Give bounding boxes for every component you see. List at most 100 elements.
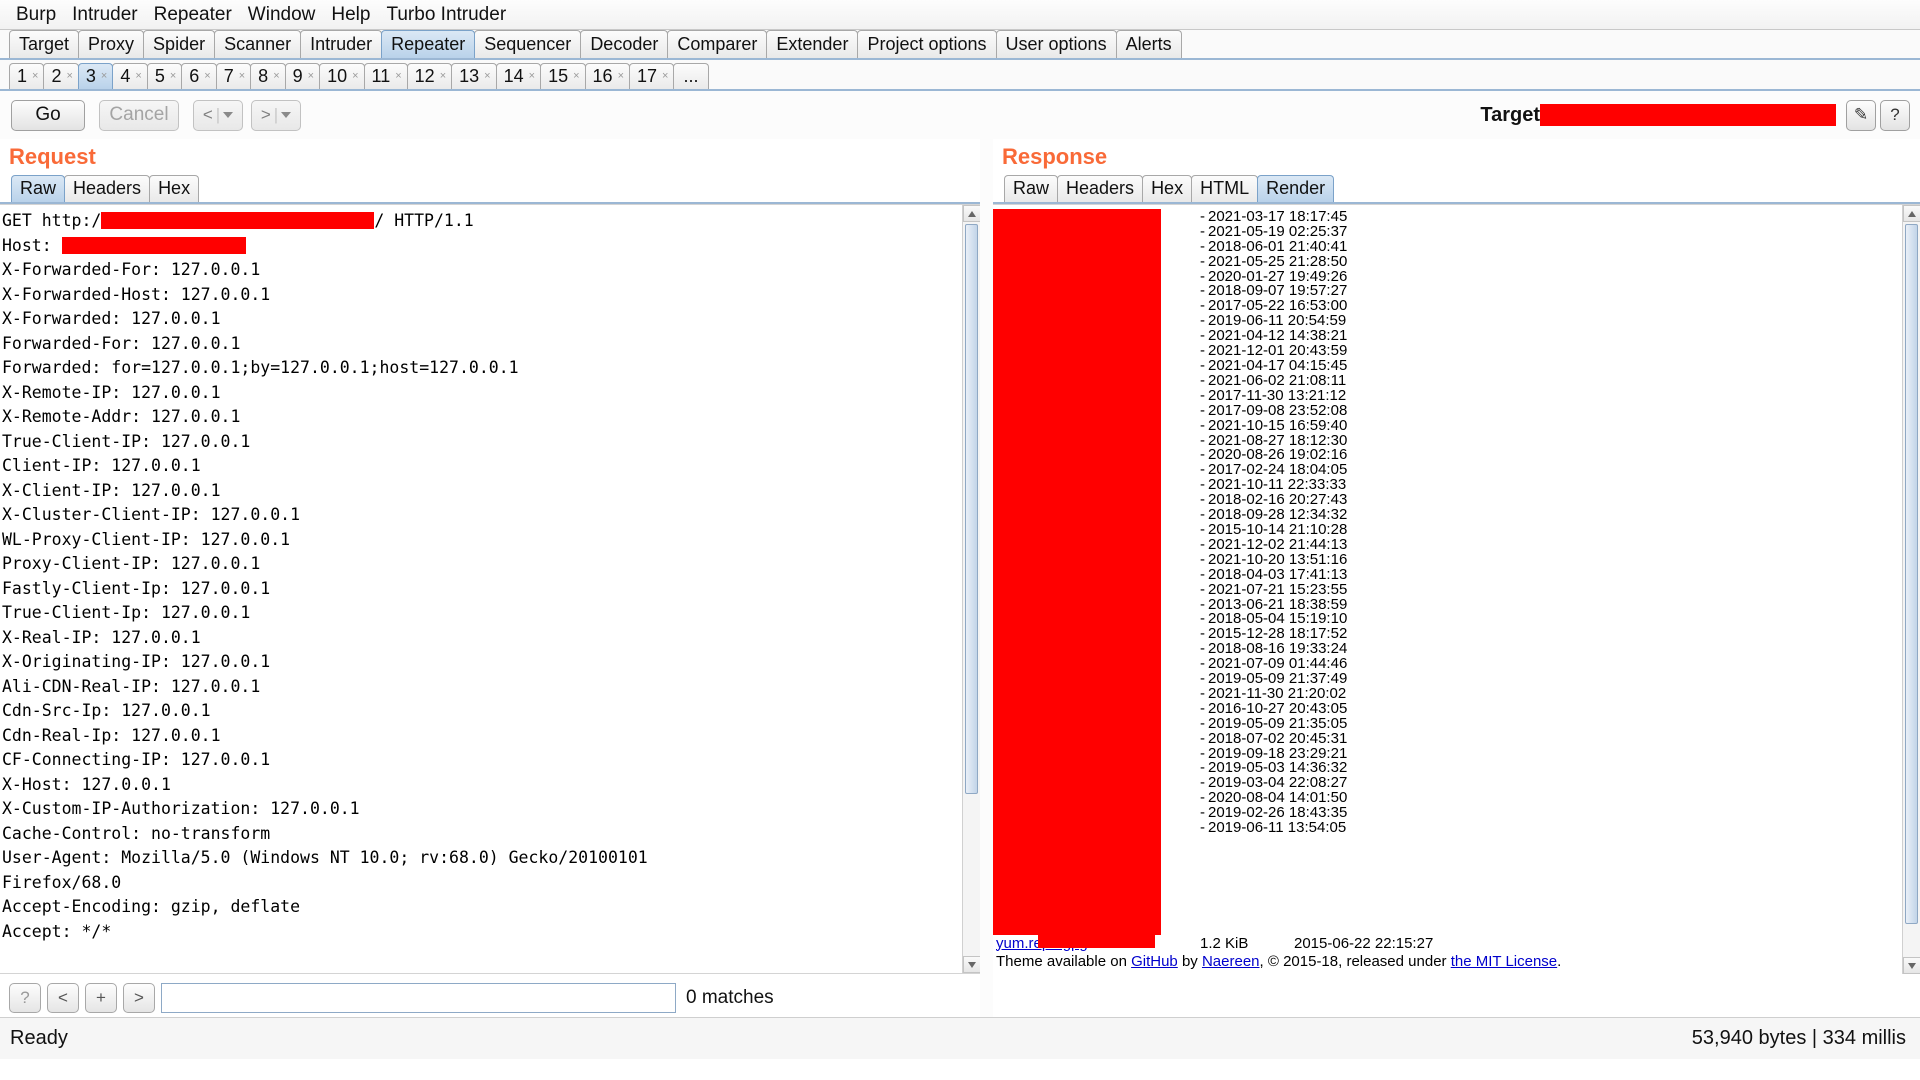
repeater-tab-5[interactable]: 5× [147,63,182,89]
close-icon[interactable]: × [273,70,279,82]
request-scrollbar[interactable] [962,205,980,973]
response-tab-raw[interactable]: Raw [1004,175,1058,202]
close-icon[interactable]: × [239,70,245,82]
pane-divider[interactable] [980,139,993,1017]
scroll-up-icon[interactable] [963,205,980,222]
go-button[interactable]: Go [11,100,85,131]
close-icon[interactable]: × [352,70,358,82]
menu-item-repeater[interactable]: Repeater [146,2,240,28]
scrollbar-thumb[interactable] [965,224,978,794]
scroll-down-icon[interactable] [963,956,980,973]
tab-intruder[interactable]: Intruder [300,30,382,58]
request-line: Host: [2,234,980,259]
edit-pencil-icon[interactable]: ✎ [1846,100,1876,131]
repeater-tab-1[interactable]: 1× [9,63,44,89]
response-render-view[interactable]: -2021-03-17 18:17:45-2021-05-19 02:25:37… [993,204,1920,974]
tab-repeater[interactable]: Repeater [381,30,475,58]
request-raw-text[interactable]: GET http:// HTTP/1.1Host: X-Forwarded-Fo… [0,205,980,944]
close-icon[interactable]: × [204,70,210,82]
tab-user-options[interactable]: User options [996,30,1117,58]
repeater-tab-13[interactable]: 13× [451,63,496,89]
request-tab-headers[interactable]: Headers [64,175,150,202]
menu-item-intruder[interactable]: Intruder [64,2,145,28]
repeater-tab-16[interactable]: 16× [585,63,630,89]
repeater-tab-3[interactable]: 3× [78,63,113,89]
search-help-button[interactable]: ? [9,983,41,1013]
tab-scanner[interactable]: Scanner [214,30,301,58]
close-icon[interactable]: × [662,70,668,82]
close-icon[interactable]: × [440,70,446,82]
response-scrollbar[interactable] [1902,205,1920,974]
file-link[interactable]: yum.repo.gpg [993,935,1200,952]
repeater-tab-overflow[interactable]: ... [673,63,708,89]
table-row: -2021-08-27 18:12:30 [993,433,1902,448]
request-editor[interactable]: GET http:// HTTP/1.1Host: X-Forwarded-Fo… [0,204,980,974]
response-tab-headers[interactable]: Headers [1057,175,1143,202]
response-tab-html[interactable]: HTML [1191,175,1258,202]
request-tab-raw[interactable]: Raw [11,175,65,202]
response-tab-render[interactable]: Render [1257,175,1334,202]
scrollbar-thumb[interactable] [1905,224,1918,924]
repeater-tab-2[interactable]: 2× [43,63,78,89]
scroll-up-icon[interactable] [1903,205,1920,222]
action-toolbar: Go Cancel < | > | Target ✎ ? [0,91,1920,139]
menu-item-burp[interactable]: Burp [8,2,64,28]
back-arrow-icon: < [203,105,213,125]
tab-target[interactable]: Target [9,30,79,58]
tab-project-options[interactable]: Project options [857,30,996,58]
table-row: -2017-02-24 18:04:05 [993,462,1902,477]
search-input[interactable] [161,983,676,1013]
repeater-tab-9[interactable]: 9× [285,63,320,89]
close-icon[interactable]: × [170,70,176,82]
repeater-tab-8[interactable]: 8× [250,63,285,89]
repeater-tab-12[interactable]: 12× [407,63,452,89]
repeater-tab-label: 3 [86,66,96,86]
github-link[interactable]: GitHub [1131,953,1178,970]
request-line: X-Custom-IP-Authorization: 127.0.0.1 [2,797,980,822]
close-icon[interactable]: × [101,70,107,82]
search-prev-button[interactable]: < [47,983,79,1013]
cancel-button[interactable]: Cancel [99,100,179,131]
response-tab-hex[interactable]: Hex [1142,175,1192,202]
repeater-tab-15[interactable]: 15× [540,63,585,89]
back-button[interactable]: < | [193,100,243,131]
help-question-icon[interactable]: ? [1880,100,1910,131]
close-icon[interactable]: × [529,70,535,82]
close-icon[interactable]: × [66,70,72,82]
tab-proxy[interactable]: Proxy [78,30,144,58]
license-link[interactable]: the MIT License [1451,953,1557,970]
request-tab-hex[interactable]: Hex [149,175,199,202]
scroll-down-icon[interactable] [1903,957,1920,974]
close-icon[interactable]: × [573,70,579,82]
repeater-tab-17[interactable]: 17× [629,63,674,89]
close-icon[interactable]: × [395,70,401,82]
search-add-button[interactable]: + [85,983,117,1013]
close-icon[interactable]: × [308,70,314,82]
close-icon[interactable]: × [618,70,624,82]
repeater-tab-10[interactable]: 10× [319,63,364,89]
repeater-tab-11[interactable]: 11× [364,63,408,89]
menu-item-help[interactable]: Help [323,2,378,28]
close-icon[interactable]: × [32,70,38,82]
table-row: -2015-10-14 21:10:28 [993,522,1902,537]
repeater-tab-6[interactable]: 6× [181,63,216,89]
table-row: -2018-08-16 19:33:24 [993,641,1902,656]
request-line: X-Remote-IP: 127.0.0.1 [2,381,980,406]
tab-comparer[interactable]: Comparer [667,30,767,58]
author-link[interactable]: Naereen [1202,953,1260,970]
tab-sequencer[interactable]: Sequencer [474,30,581,58]
menu-item-window[interactable]: Window [240,2,324,28]
close-icon[interactable]: × [484,70,490,82]
tab-spider[interactable]: Spider [143,30,215,58]
tab-decoder[interactable]: Decoder [580,30,668,58]
menu-item-turbo-intruder[interactable]: Turbo Intruder [378,2,514,28]
forward-button[interactable]: > | [251,100,301,131]
repeater-tab-4[interactable]: 4× [112,63,147,89]
search-next-button[interactable]: > [123,983,155,1013]
close-icon[interactable]: × [135,70,141,82]
repeater-tab-7[interactable]: 7× [216,63,251,89]
tab-extender[interactable]: Extender [766,30,858,58]
repeater-tab-14[interactable]: 14× [496,63,541,89]
redacted-value [101,212,374,229]
tab-alerts[interactable]: Alerts [1116,30,1182,58]
